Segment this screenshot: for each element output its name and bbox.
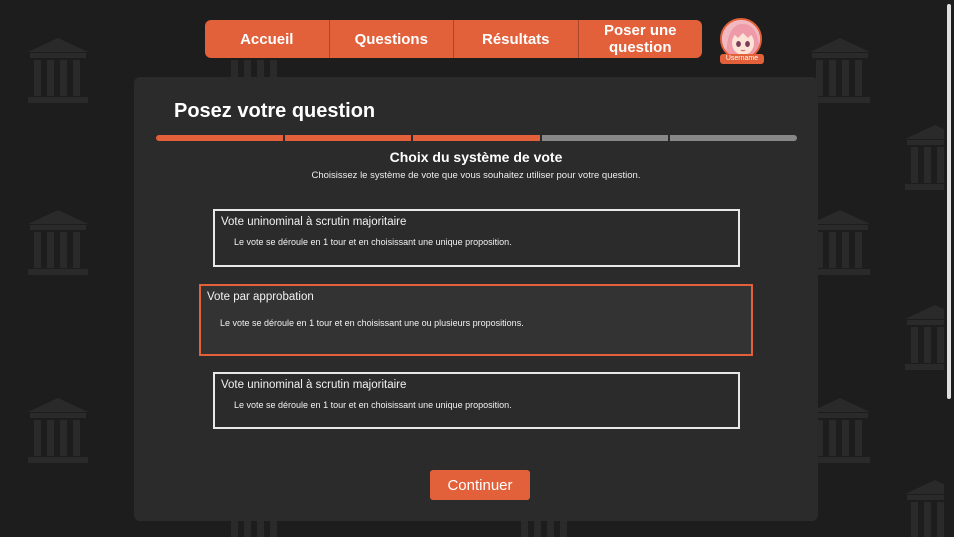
page-title: Posez votre question: [174, 100, 376, 122]
progress-step: [413, 135, 540, 141]
nav-item-accueil[interactable]: Accueil: [205, 20, 330, 58]
progress-step: [670, 135, 797, 141]
nav-item-poser-question[interactable]: Poser une question: [579, 20, 703, 58]
progress-bar: [156, 135, 797, 141]
option-description: Le vote se déroule en 1 tour et en chois…: [234, 237, 512, 247]
scrollbar-thumb[interactable]: [947, 4, 951, 399]
vote-option-uninominal-2[interactable]: Vote uninominal à scrutin majoritaire Le…: [213, 372, 740, 429]
progress-step: [156, 135, 283, 141]
nav-item-questions[interactable]: Questions: [330, 20, 454, 58]
option-title: Vote uninominal à scrutin majoritaire: [221, 216, 407, 228]
option-description: Le vote se déroule en 1 tour et en chois…: [220, 318, 524, 328]
step-description: Choisissez le système de vote que vous s…: [311, 170, 641, 181]
step-title: Choix du système de vote: [389, 149, 563, 165]
page-scrollbar[interactable]: [944, 0, 954, 537]
user-avatar-button[interactable]: Username: [720, 18, 764, 66]
vote-option-uninominal[interactable]: Vote uninominal à scrutin majoritaire Le…: [213, 209, 740, 267]
progress-step: [541, 135, 669, 141]
option-title: Vote uninominal à scrutin majoritaire: [221, 379, 407, 391]
nav-item-resultats[interactable]: Résultats: [454, 20, 579, 58]
continue-button[interactable]: Continuer: [430, 470, 530, 500]
option-description: Le vote se déroule en 1 tour et en chois…: [234, 400, 512, 410]
username-label: Username: [720, 54, 764, 64]
main-nav: Accueil Questions Résultats Poser une qu…: [205, 20, 702, 58]
question-panel: Posez votre question Choix du système de…: [134, 77, 818, 521]
progress-step: [284, 135, 412, 141]
vote-option-approbation[interactable]: Vote par approbation Le vote se déroule …: [199, 284, 753, 356]
option-title: Vote par approbation: [207, 291, 314, 303]
